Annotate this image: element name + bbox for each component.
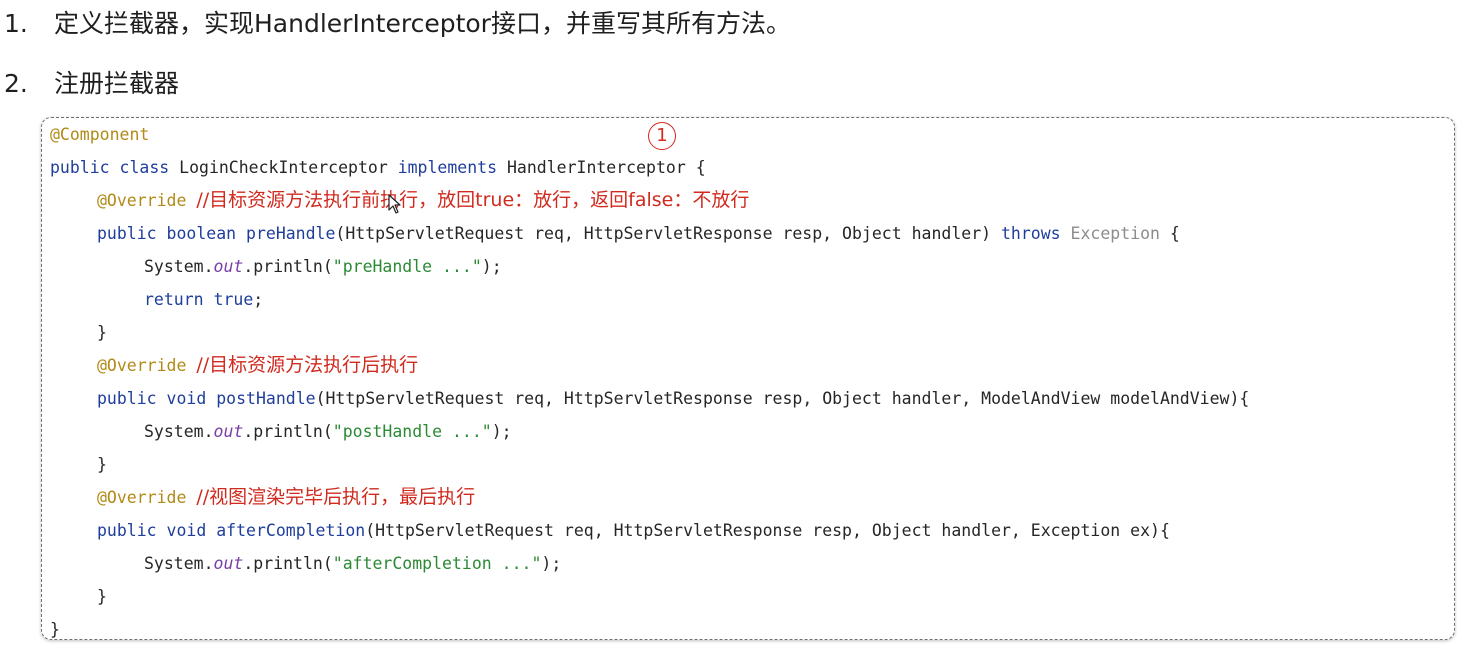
code-string: "postHandle ..." <box>332 422 492 441</box>
code-keyword: public class <box>50 158 180 177</box>
step-text: 注册拦截器 <box>54 69 180 98</box>
code-annotation: @Override <box>97 488 187 507</box>
code-line: } <box>97 580 107 613</box>
code-text: ; <box>253 290 264 309</box>
code-text: System. <box>144 422 214 441</box>
code-line: @Override //视图渲染完毕后执行，最后执行 <box>97 481 475 514</box>
code-keyword: public void <box>97 521 217 540</box>
code-text: .println( <box>243 422 333 441</box>
code-comment: //视图渲染完毕后执行，最后执行 <box>196 486 476 508</box>
code-line: } <box>50 613 60 639</box>
code-method-name: afterCompletion <box>216 521 366 540</box>
code-line: return true; <box>144 283 263 316</box>
code-line: } <box>97 448 107 481</box>
code-line: public class LoginCheckInterceptor imple… <box>50 151 706 184</box>
code-keyword: return true <box>144 290 254 309</box>
circled-number-marker: 1 <box>648 122 676 150</box>
code-static-field: out <box>213 554 244 573</box>
code-text: System. <box>144 554 214 573</box>
code-brace: } <box>97 455 107 474</box>
code-method-name: preHandle <box>246 224 336 243</box>
code-line: public void afterCompletion(HttpServletR… <box>97 514 1170 547</box>
code-params: (HttpServletRequest req, HttpServletResp… <box>365 521 1170 540</box>
code-annotation: @Override <box>97 356 187 375</box>
code-keyword: implements <box>397 158 507 177</box>
step-1: 1. 定义拦截器，实现HandlerInterceptor接口，并重写其所有方法。 <box>4 7 791 41</box>
code-line: System.out.println("afterCompletion ..."… <box>144 547 561 580</box>
code-interface-name: HandlerInterceptor { <box>506 158 706 177</box>
step-text: 定义拦截器，实现HandlerInterceptor接口，并重写其所有方法。 <box>54 9 791 38</box>
code-keyword: public boolean <box>97 224 247 243</box>
code-static-field: out <box>213 257 244 276</box>
code-line: System.out.println("preHandle ..."); <box>144 250 502 283</box>
code-text: ); <box>481 257 502 276</box>
code-line: System.out.println("postHandle ..."); <box>144 415 512 448</box>
code-text: System. <box>144 257 214 276</box>
step-2: 2. 注册拦截器 <box>4 67 179 101</box>
code-line: @Override //目标资源方法执行后执行 <box>97 349 418 382</box>
step-number: 2. <box>4 69 28 98</box>
code-static-field: out <box>213 422 244 441</box>
code-string: "afterCompletion ..." <box>332 554 542 573</box>
step-number: 1. <box>4 9 28 38</box>
code-brace: { <box>1159 224 1180 243</box>
code-exception: Exception <box>1070 224 1160 243</box>
mouse-cursor-icon <box>388 194 401 214</box>
code-brace: } <box>97 323 107 342</box>
code-line: public void postHandle(HttpServletReques… <box>97 382 1249 415</box>
code-brace: } <box>50 620 60 639</box>
code-method-name: postHandle <box>216 389 316 408</box>
code-line: public boolean preHandle(HttpServletRequ… <box>97 217 1180 250</box>
code-line: @Override //目标资源方法执行前执行，放回true：放行，返回fals… <box>97 184 749 217</box>
code-text: ); <box>491 422 512 441</box>
code-params: (HttpServletRequest req, HttpServletResp… <box>335 224 1001 243</box>
code-annotation: @Override <box>97 191 187 210</box>
code-text: .println( <box>243 257 333 276</box>
code-comment: //目标资源方法执行前执行，放回true：放行，返回false：不放行 <box>196 189 750 211</box>
code-string: "preHandle ..." <box>332 257 482 276</box>
code-brace: } <box>97 587 107 606</box>
code-text: .println( <box>243 554 333 573</box>
code-annotation: @Component <box>50 125 150 144</box>
code-line: @Component <box>50 118 149 151</box>
code-params: (HttpServletRequest req, HttpServletResp… <box>315 389 1250 408</box>
code-keyword: public void <box>97 389 217 408</box>
code-text: ); <box>541 554 562 573</box>
code-line: } <box>97 316 107 349</box>
code-class-name: LoginCheckInterceptor <box>179 158 398 177</box>
code-block: 1 @Component public class LoginCheckInte… <box>41 117 1455 640</box>
code-comment: //目标资源方法执行后执行 <box>196 354 419 376</box>
code-keyword: throws <box>1001 224 1071 243</box>
